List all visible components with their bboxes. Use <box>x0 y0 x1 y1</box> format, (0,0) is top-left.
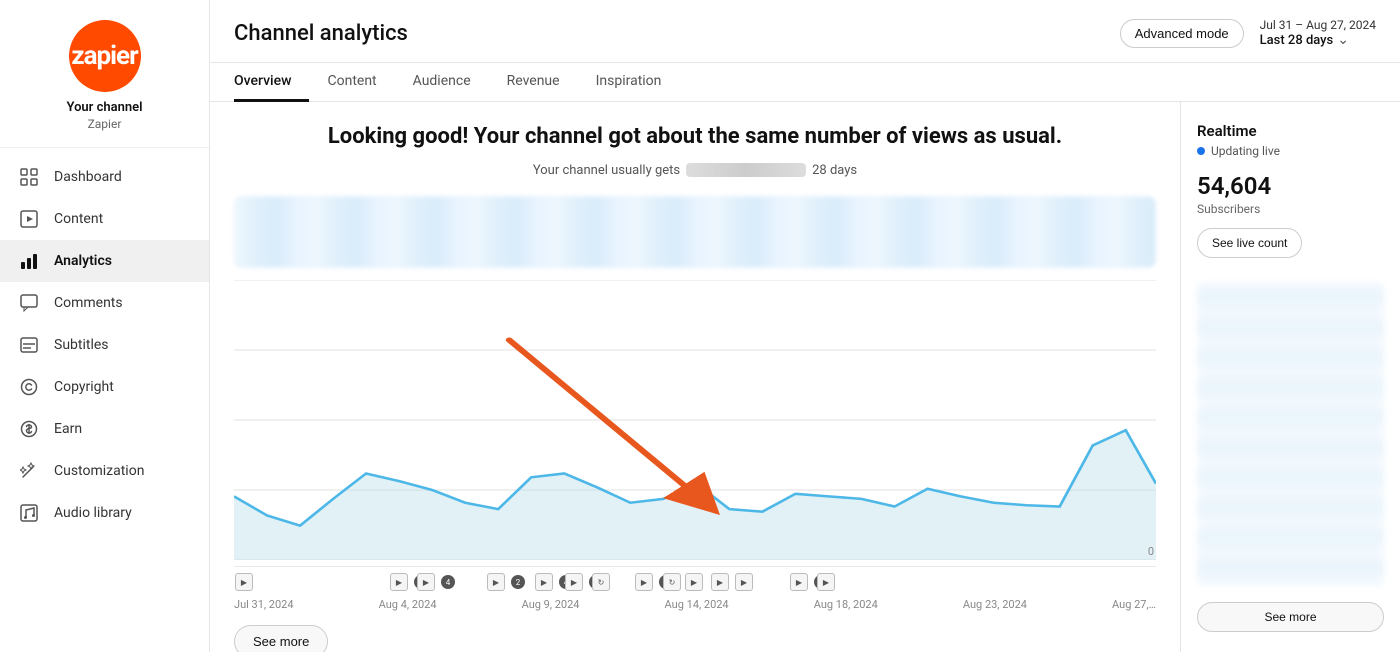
channel-logo: zapier <box>69 20 141 92</box>
sidebar: zapier Your channel Zapier Dashboard <box>0 0 210 652</box>
vid-icon-1: ▶ <box>234 570 254 592</box>
subtitles-icon <box>18 334 40 356</box>
x-label-4: Aug 14, 2024 <box>665 598 729 611</box>
nav-list: Dashboard Content Analytics <box>0 148 209 652</box>
sub-text: Your channel usually gets 28 days <box>234 163 1156 178</box>
copyright-icon <box>18 376 40 398</box>
right-blurred-chart <box>1197 282 1384 586</box>
realtime-title: Realtime <box>1197 122 1384 140</box>
content-area: Looking good! Your channel got about the… <box>210 102 1400 652</box>
vid-icon-4: ▶ 2 <box>486 570 525 592</box>
advanced-mode-button[interactable]: Advanced mode <box>1120 19 1244 48</box>
main-header: Channel analytics Advanced mode Jul 31 –… <box>210 0 1400 63</box>
sidebar-item-label: Customization <box>54 463 144 479</box>
sidebar-item-label: Dashboard <box>54 169 122 185</box>
tab-audience[interactable]: Audience <box>395 63 489 102</box>
vid-icon-7: ↻ <box>591 570 611 592</box>
sidebar-item-subtitles[interactable]: Subtitles <box>0 324 209 366</box>
live-dot <box>1197 147 1205 155</box>
x-label-7: Aug 27,… <box>1112 598 1156 611</box>
tab-content[interactable]: Content <box>309 63 394 102</box>
right-panel: Realtime Updating live 54,604 Subscriber… <box>1180 102 1400 652</box>
page-title: Channel analytics <box>234 21 408 46</box>
sidebar-item-audio-library[interactable]: Audio library <box>0 492 209 534</box>
grid-icon <box>18 166 40 188</box>
sidebar-item-label: Content <box>54 211 103 227</box>
sidebar-item-copyright[interactable]: Copyright <box>0 366 209 408</box>
tab-overview[interactable]: Overview <box>234 63 309 102</box>
channel-sub: Zapier <box>88 117 122 131</box>
sidebar-item-customization[interactable]: Customization <box>0 450 209 492</box>
tab-inspiration[interactable]: Inspiration <box>578 63 680 102</box>
see-live-count-button[interactable]: See live count <box>1197 228 1302 258</box>
x-axis-labels: Jul 31, 2024 Aug 4, 2024 Aug 9, 2024 Aug… <box>234 594 1156 615</box>
updating-live: Updating live <box>1197 144 1384 158</box>
realtime-section: Realtime Updating live 54,604 Subscriber… <box>1197 122 1384 258</box>
date-range-top: Jul 31 – Aug 27, 2024 <box>1260 18 1376 32</box>
sidebar-item-label: Subtitles <box>54 337 109 353</box>
date-range-picker[interactable]: Jul 31 – Aug 27, 2024 Last 28 days ⌄ <box>1260 18 1376 48</box>
see-more-button[interactable]: See more <box>234 625 328 652</box>
sidebar-item-analytics[interactable]: Analytics <box>0 240 209 282</box>
vid-icon-9: ↻ <box>662 570 682 592</box>
chart-section: Looking good! Your channel got about the… <box>210 102 1180 652</box>
x-label-3: Aug 9, 2024 <box>522 598 580 611</box>
vid-icon-3: ▶ 4 <box>416 570 455 592</box>
vid-icon-12: ▶ <box>734 570 754 592</box>
comment-icon <box>18 292 40 314</box>
updating-live-label: Updating live <box>1211 144 1280 158</box>
tabs-bar: Overview Content Audience Revenue Inspir… <box>210 63 1400 102</box>
header-right: Advanced mode Jul 31 – Aug 27, 2024 Last… <box>1120 18 1376 48</box>
y-axis-zero: 0 <box>1148 545 1154 558</box>
sidebar-item-content[interactable]: Content <box>0 198 209 240</box>
video-icons-row: ▶ ▶ 2 ▶ 4 ▶ 2 ▶ 4 ▶ <box>234 566 1156 594</box>
sidebar-item-earn[interactable]: Earn <box>0 408 209 450</box>
logo-text: zapier <box>71 41 137 71</box>
music-icon <box>18 502 40 524</box>
see-more-right-button[interactable]: See more <box>1197 602 1384 632</box>
subscribers-count: 54,604 <box>1197 172 1384 200</box>
main-area: Channel analytics Advanced mode Jul 31 –… <box>210 0 1400 652</box>
subscribers-label: Subscribers <box>1197 202 1384 216</box>
date-range-bottom: Last 28 days ⌄ <box>1260 32 1376 48</box>
sidebar-item-label: Comments <box>54 295 123 311</box>
magic-icon <box>18 460 40 482</box>
sidebar-item-label: Copyright <box>54 379 114 395</box>
sidebar-item-label: Analytics <box>54 253 112 269</box>
main-headline: Looking good! Your channel got about the… <box>234 122 1156 153</box>
chart-container: 0 <box>234 280 1156 560</box>
bar-chart-icon <box>18 250 40 272</box>
channel-name: Your channel <box>66 100 142 115</box>
play-square-icon <box>18 208 40 230</box>
vid-icon-14: ▶ <box>816 570 836 592</box>
vid-icon-11: ▶ <box>710 570 730 592</box>
x-label-2: Aug 4, 2024 <box>379 598 437 611</box>
x-label-5: Aug 18, 2024 <box>814 598 878 611</box>
sidebar-item-comments[interactable]: Comments <box>0 282 209 324</box>
vid-icon-10: ▶ <box>684 570 704 592</box>
logo-area: zapier Your channel Zapier <box>0 0 209 148</box>
analytics-chart <box>234 280 1156 560</box>
chevron-down-icon: ⌄ <box>1337 32 1349 48</box>
sidebar-item-dashboard[interactable]: Dashboard <box>0 156 209 198</box>
blurred-banner <box>234 196 1156 268</box>
tab-revenue[interactable]: Revenue <box>489 63 578 102</box>
sidebar-item-label: Audio library <box>54 505 132 521</box>
x-label-6: Aug 23, 2024 <box>963 598 1027 611</box>
sidebar-item-label: Earn <box>54 421 82 437</box>
dollar-icon <box>18 418 40 440</box>
blurred-range <box>686 163 806 177</box>
x-label-1: Jul 31, 2024 <box>234 598 294 611</box>
